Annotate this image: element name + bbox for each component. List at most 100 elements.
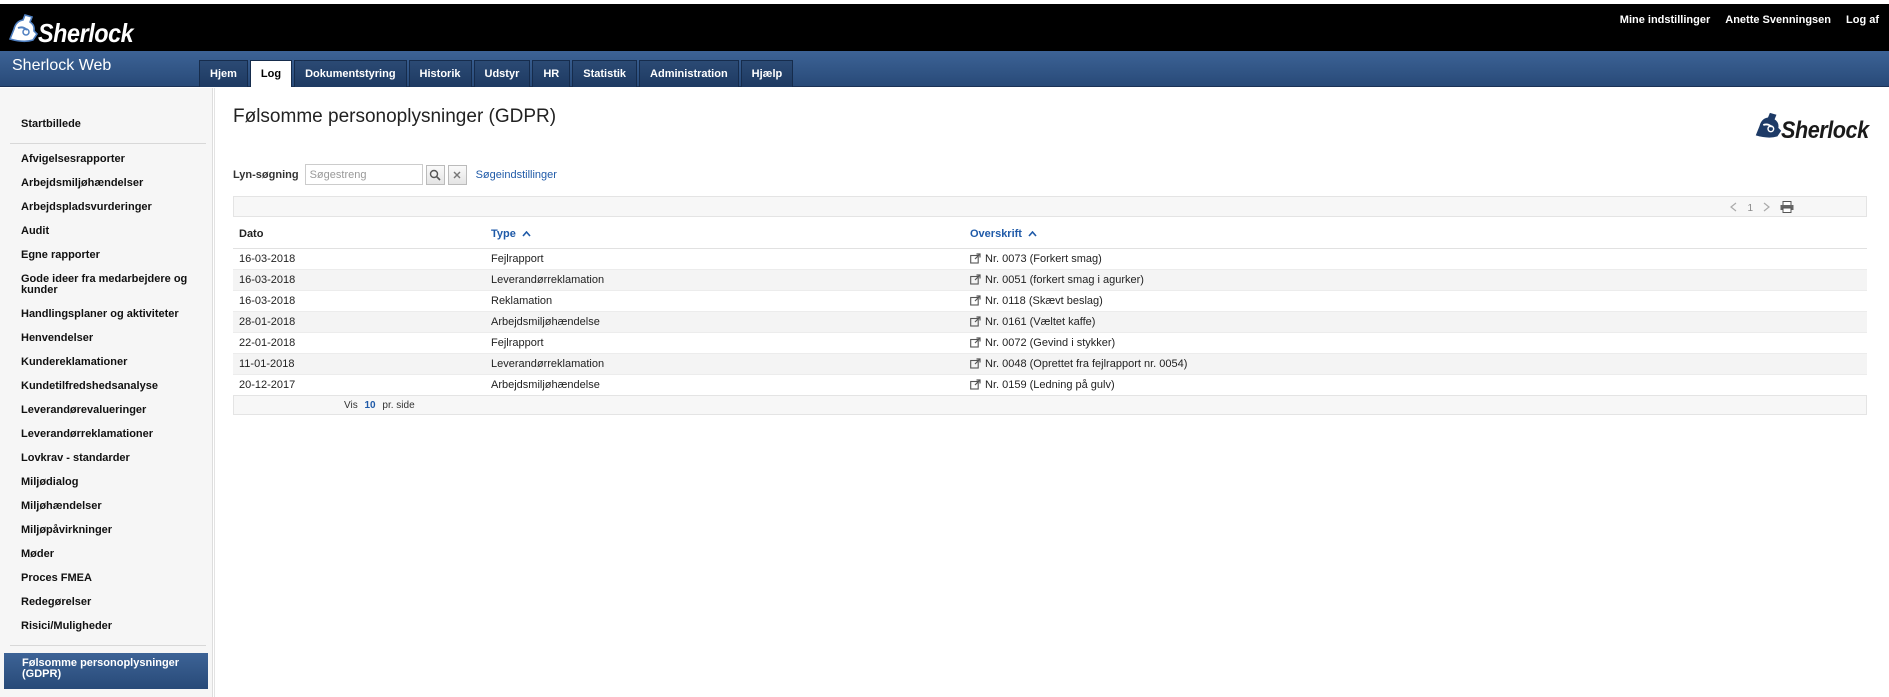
sidebar-item[interactable]: Miljødialog bbox=[21, 477, 201, 488]
column-header-dato[interactable]: Dato bbox=[233, 221, 485, 249]
search-button[interactable] bbox=[425, 164, 445, 185]
search-input[interactable] bbox=[304, 164, 423, 185]
cell-title-link[interactable]: Nr. 0048 (Oprettet fra fejlrapport nr. 0… bbox=[964, 353, 1867, 375]
cell-type: Leverandørreklamation bbox=[485, 269, 964, 291]
sort-asc-icon bbox=[1028, 231, 1037, 237]
nav-tabs: Hjem Log Dokumentstyring Historik Udstyr… bbox=[199, 60, 794, 87]
sidebar-item[interactable]: Leverandørreklamationer bbox=[21, 429, 201, 440]
external-link-icon bbox=[970, 357, 981, 369]
sherlock-logo[interactable]: Sherlock bbox=[6, 9, 144, 49]
print-button[interactable] bbox=[1780, 201, 1794, 216]
tab-historik[interactable]: Historik bbox=[408, 60, 472, 87]
page-size-bar: Vis 10 pr. side bbox=[233, 395, 1867, 415]
external-link-icon bbox=[970, 252, 981, 264]
column-header-type[interactable]: Type bbox=[485, 221, 964, 249]
tab-hjem[interactable]: Hjem bbox=[199, 60, 248, 87]
table-row[interactable]: 16-03-2018 Leverandørreklamation Nr. 0051 … bbox=[233, 269, 1867, 291]
sidebar-item[interactable]: Leverandørevalueringer bbox=[21, 405, 201, 416]
table-row[interactable]: 11-01-2018 Leverandørreklamation Nr. 0048 … bbox=[233, 353, 1867, 375]
logo-text: Sherlock bbox=[1781, 117, 1869, 144]
sidebar-item[interactable]: Risici/Muligheder bbox=[21, 621, 201, 632]
page-size-value[interactable]: 10 bbox=[365, 400, 376, 411]
cell-type: Leverandørreklamation bbox=[485, 353, 964, 375]
user-name-link[interactable]: Anette Svenningsen bbox=[1725, 14, 1831, 26]
table-body: 16-03-2018 Fejlrapport Nr. 0073 (Forkert s… bbox=[233, 248, 1867, 396]
sidebar-item[interactable]: Miljøpåvirkninger bbox=[21, 525, 201, 536]
tab-udstyr[interactable]: Udstyr bbox=[473, 60, 531, 87]
tab-hr[interactable]: HR bbox=[532, 60, 571, 87]
cell-date: 16-03-2018 bbox=[233, 290, 485, 312]
logout-link[interactable]: Log af bbox=[1846, 14, 1879, 26]
external-link-icon bbox=[970, 336, 981, 348]
page-size-prefix: Vis bbox=[344, 400, 358, 411]
sidebar: Startbillede Afvigelsesrapporter Arbejds… bbox=[0, 88, 213, 697]
cell-title-link[interactable]: Nr. 0051 (forkert smag i agurker) bbox=[964, 269, 1867, 291]
cell-title-link[interactable]: Nr. 0072 (Gevind i stykker) bbox=[964, 332, 1867, 354]
table-row[interactable]: 28-01-2018 Arbejdsmiljøhændelse Nr. 0161 (… bbox=[233, 311, 1867, 333]
cell-type: Reklamation bbox=[485, 290, 964, 312]
row-title: Nr. 0048 (Oprettet fra fejlrapport nr. 0… bbox=[985, 357, 1188, 370]
cell-type: Fejlrapport bbox=[485, 332, 964, 354]
cell-title-link[interactable]: Nr. 0073 (Forkert smag) bbox=[964, 248, 1867, 270]
sidebar-item[interactable]: Afvigelsesrapporter bbox=[21, 154, 201, 165]
sidebar-item-startbillede[interactable]: Startbillede bbox=[21, 119, 201, 130]
table-row[interactable]: 22-01-2018 Fejlrapport Nr. 0072 (Gevind i … bbox=[233, 332, 1867, 354]
table-row[interactable]: 16-03-2018 Fejlrapport Nr. 0073 (Forkert s… bbox=[233, 248, 1867, 270]
row-title: Nr. 0159 (Ledning på gulv) bbox=[985, 378, 1115, 391]
quick-search: Lyn-søgning Søgeindstillinger bbox=[233, 164, 557, 185]
sidebar-item[interactable]: Lovkrav - standarder bbox=[21, 453, 201, 464]
tab-log[interactable]: Log bbox=[249, 60, 293, 87]
cell-title-link[interactable]: Nr. 0159 (Ledning på gulv) bbox=[964, 374, 1867, 396]
external-link-icon bbox=[970, 378, 981, 390]
sherlock-logo-large: Sherlock bbox=[1752, 106, 1878, 146]
sidebar-item[interactable]: Redegørelser bbox=[21, 597, 201, 608]
row-title: Nr. 0072 (Gevind i stykker) bbox=[985, 336, 1116, 349]
row-title: Nr. 0118 (Skævt beslag) bbox=[985, 294, 1103, 307]
cell-title-link[interactable]: Nr. 0118 (Skævt beslag) bbox=[964, 290, 1867, 312]
table-row[interactable]: 20-12-2017 Arbejdsmiljøhændelse Nr. 0159 (… bbox=[233, 374, 1867, 396]
prev-page-icon bbox=[1730, 202, 1737, 212]
cell-type: Fejlrapport bbox=[485, 248, 964, 270]
next-page-icon bbox=[1763, 202, 1770, 212]
sidebar-item[interactable]: Handlingsplaner og aktiviteter bbox=[21, 309, 201, 320]
cell-date: 16-03-2018 bbox=[233, 269, 485, 291]
sidebar-item[interactable]: Egne rapporter bbox=[21, 250, 201, 261]
cell-title-link[interactable]: Nr. 0161 (Væltet kaffe) bbox=[964, 311, 1867, 333]
sort-asc-icon bbox=[522, 231, 531, 237]
row-title: Nr. 0051 (forkert smag i agurker) bbox=[985, 273, 1144, 286]
pager-bar: 1 bbox=[233, 196, 1867, 217]
logo-text: Sherlock bbox=[38, 17, 134, 48]
prev-page-button[interactable] bbox=[1730, 202, 1737, 215]
my-settings-link[interactable]: Mine indstillinger bbox=[1620, 14, 1710, 26]
cell-date: 28-01-2018 bbox=[233, 311, 485, 333]
tab-administration[interactable]: Administration bbox=[639, 60, 739, 87]
sidebar-item[interactable]: Audit bbox=[21, 226, 201, 237]
external-link-icon bbox=[970, 273, 981, 285]
sidebar-item[interactable]: Arbejdspladsvurderinger bbox=[21, 202, 201, 213]
tab-hjaelp[interactable]: Hjælp bbox=[740, 60, 794, 87]
sherlock-logo-icon bbox=[1755, 112, 1782, 138]
table-row[interactable]: 16-03-2018 Reklamation Nr. 0118 (Skævt bes… bbox=[233, 290, 1867, 312]
cell-type: Arbejdsmiljøhændelse bbox=[485, 311, 964, 333]
sidebar-item[interactable]: Kundetilfredshedsanalyse bbox=[21, 381, 201, 392]
user-menu: Mine indstillinger Anette Svenningsen Lo… bbox=[1620, 14, 1879, 26]
sidebar-item[interactable]: Miljøhændelser bbox=[21, 501, 201, 512]
column-header-overskrift[interactable]: Overskrift bbox=[964, 221, 1867, 249]
sidebar-item[interactable]: Kundereklamationer bbox=[21, 357, 201, 368]
tab-dokumentstyring[interactable]: Dokumentstyring bbox=[294, 60, 407, 87]
sidebar-item[interactable]: Arbejdsmiljøhændelser bbox=[21, 178, 201, 189]
row-title: Nr. 0073 (Forkert smag) bbox=[985, 252, 1102, 265]
sidebar-item[interactable]: Henvendelser bbox=[21, 333, 201, 344]
sidebar-item[interactable]: Proces FMEA bbox=[21, 573, 201, 584]
sherlock-logo-icon bbox=[8, 14, 39, 43]
sidebar-item-gdpr-active[interactable]: Følsomme personoplysninger (GDPR) bbox=[4, 653, 208, 689]
cell-type: Arbejdsmiljøhændelse bbox=[485, 374, 964, 396]
clear-search-button[interactable] bbox=[447, 164, 467, 185]
page-size-control: Vis 10 pr. side bbox=[344, 400, 415, 411]
cell-date: 16-03-2018 bbox=[233, 248, 485, 270]
next-page-button[interactable] bbox=[1763, 202, 1770, 215]
sidebar-item[interactable]: Møder bbox=[21, 549, 201, 560]
tab-statistik[interactable]: Statistik bbox=[572, 60, 638, 87]
search-settings-link[interactable]: Søgeindstillinger bbox=[476, 169, 557, 181]
sidebar-item[interactable]: Gode ideer fra medarbejdere og kunder bbox=[21, 274, 201, 296]
